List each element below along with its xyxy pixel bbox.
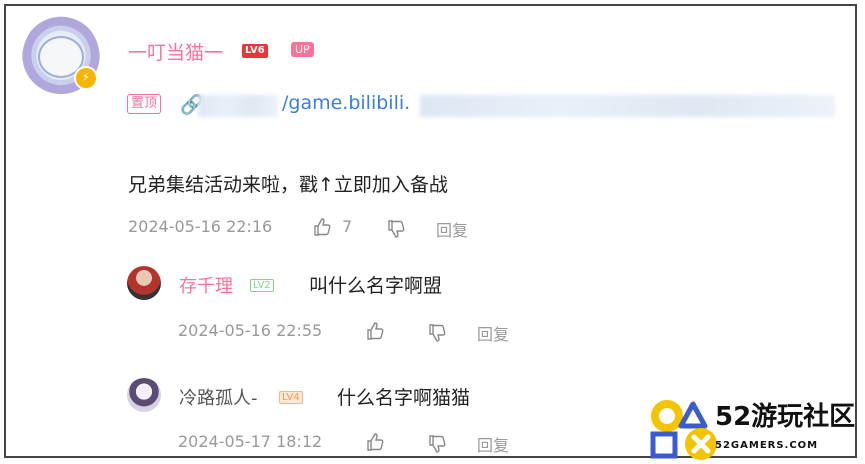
watermark-title: 52游玩社区 <box>715 402 856 432</box>
level-badge: LV6 <box>242 44 268 58</box>
thumbs-up-icon[interactable] <box>365 432 385 452</box>
avatar[interactable] <box>127 266 161 300</box>
reply-body: 叫什么名字啊盟 <box>309 275 443 297</box>
like-count: 7 <box>342 217 353 236</box>
avatar[interactable] <box>127 378 161 412</box>
avatar[interactable]: ⚡ <box>22 14 100 106</box>
reply-button[interactable]: 回复 <box>477 321 509 345</box>
reply-button[interactable]: 回复 <box>436 217 468 241</box>
thumbs-up-icon[interactable] <box>312 217 332 237</box>
blurred-link-part <box>420 95 835 117</box>
reply-timestamp: 2024-05-17 18:12 <box>178 432 323 451</box>
up-badge: UP <box>291 42 314 57</box>
comment-username[interactable]: 一叮当猫一 <box>128 38 223 65</box>
level-badge: LV4 <box>279 391 303 404</box>
blurred-link-part <box>198 95 278 117</box>
thumbs-down-icon[interactable] <box>427 323 447 343</box>
comment-timestamp: 2024-05-16 22:16 <box>128 217 273 236</box>
watermark-logo-icon <box>650 400 717 460</box>
level-badge: LV2 <box>250 279 274 292</box>
reply-timestamp: 2024-05-16 22:55 <box>178 321 323 340</box>
thumbs-up-icon[interactable] <box>365 321 385 341</box>
watermark-site: 52GAMERS.COM <box>715 440 819 451</box>
reply-button[interactable]: 回复 <box>477 432 509 456</box>
comment-link[interactable]: /game.bilibili. <box>282 92 410 114</box>
reply-username[interactable]: 冷路孤人- <box>179 384 258 410</box>
lightning-badge-icon: ⚡ <box>74 66 98 90</box>
thumbs-down-icon[interactable] <box>427 434 447 454</box>
pinned-badge: 置顶 <box>127 94 162 114</box>
thumbs-down-icon[interactable] <box>386 219 406 239</box>
comment-body: 兄弟集结活动来啦，戳↑立即加入备战 <box>128 174 448 196</box>
reply-body: 什么名字啊猫猫 <box>337 387 471 409</box>
watermark: 52游玩社区 52GAMERS.COM <box>645 396 860 462</box>
reply-username[interactable]: 存千理 <box>179 272 233 298</box>
